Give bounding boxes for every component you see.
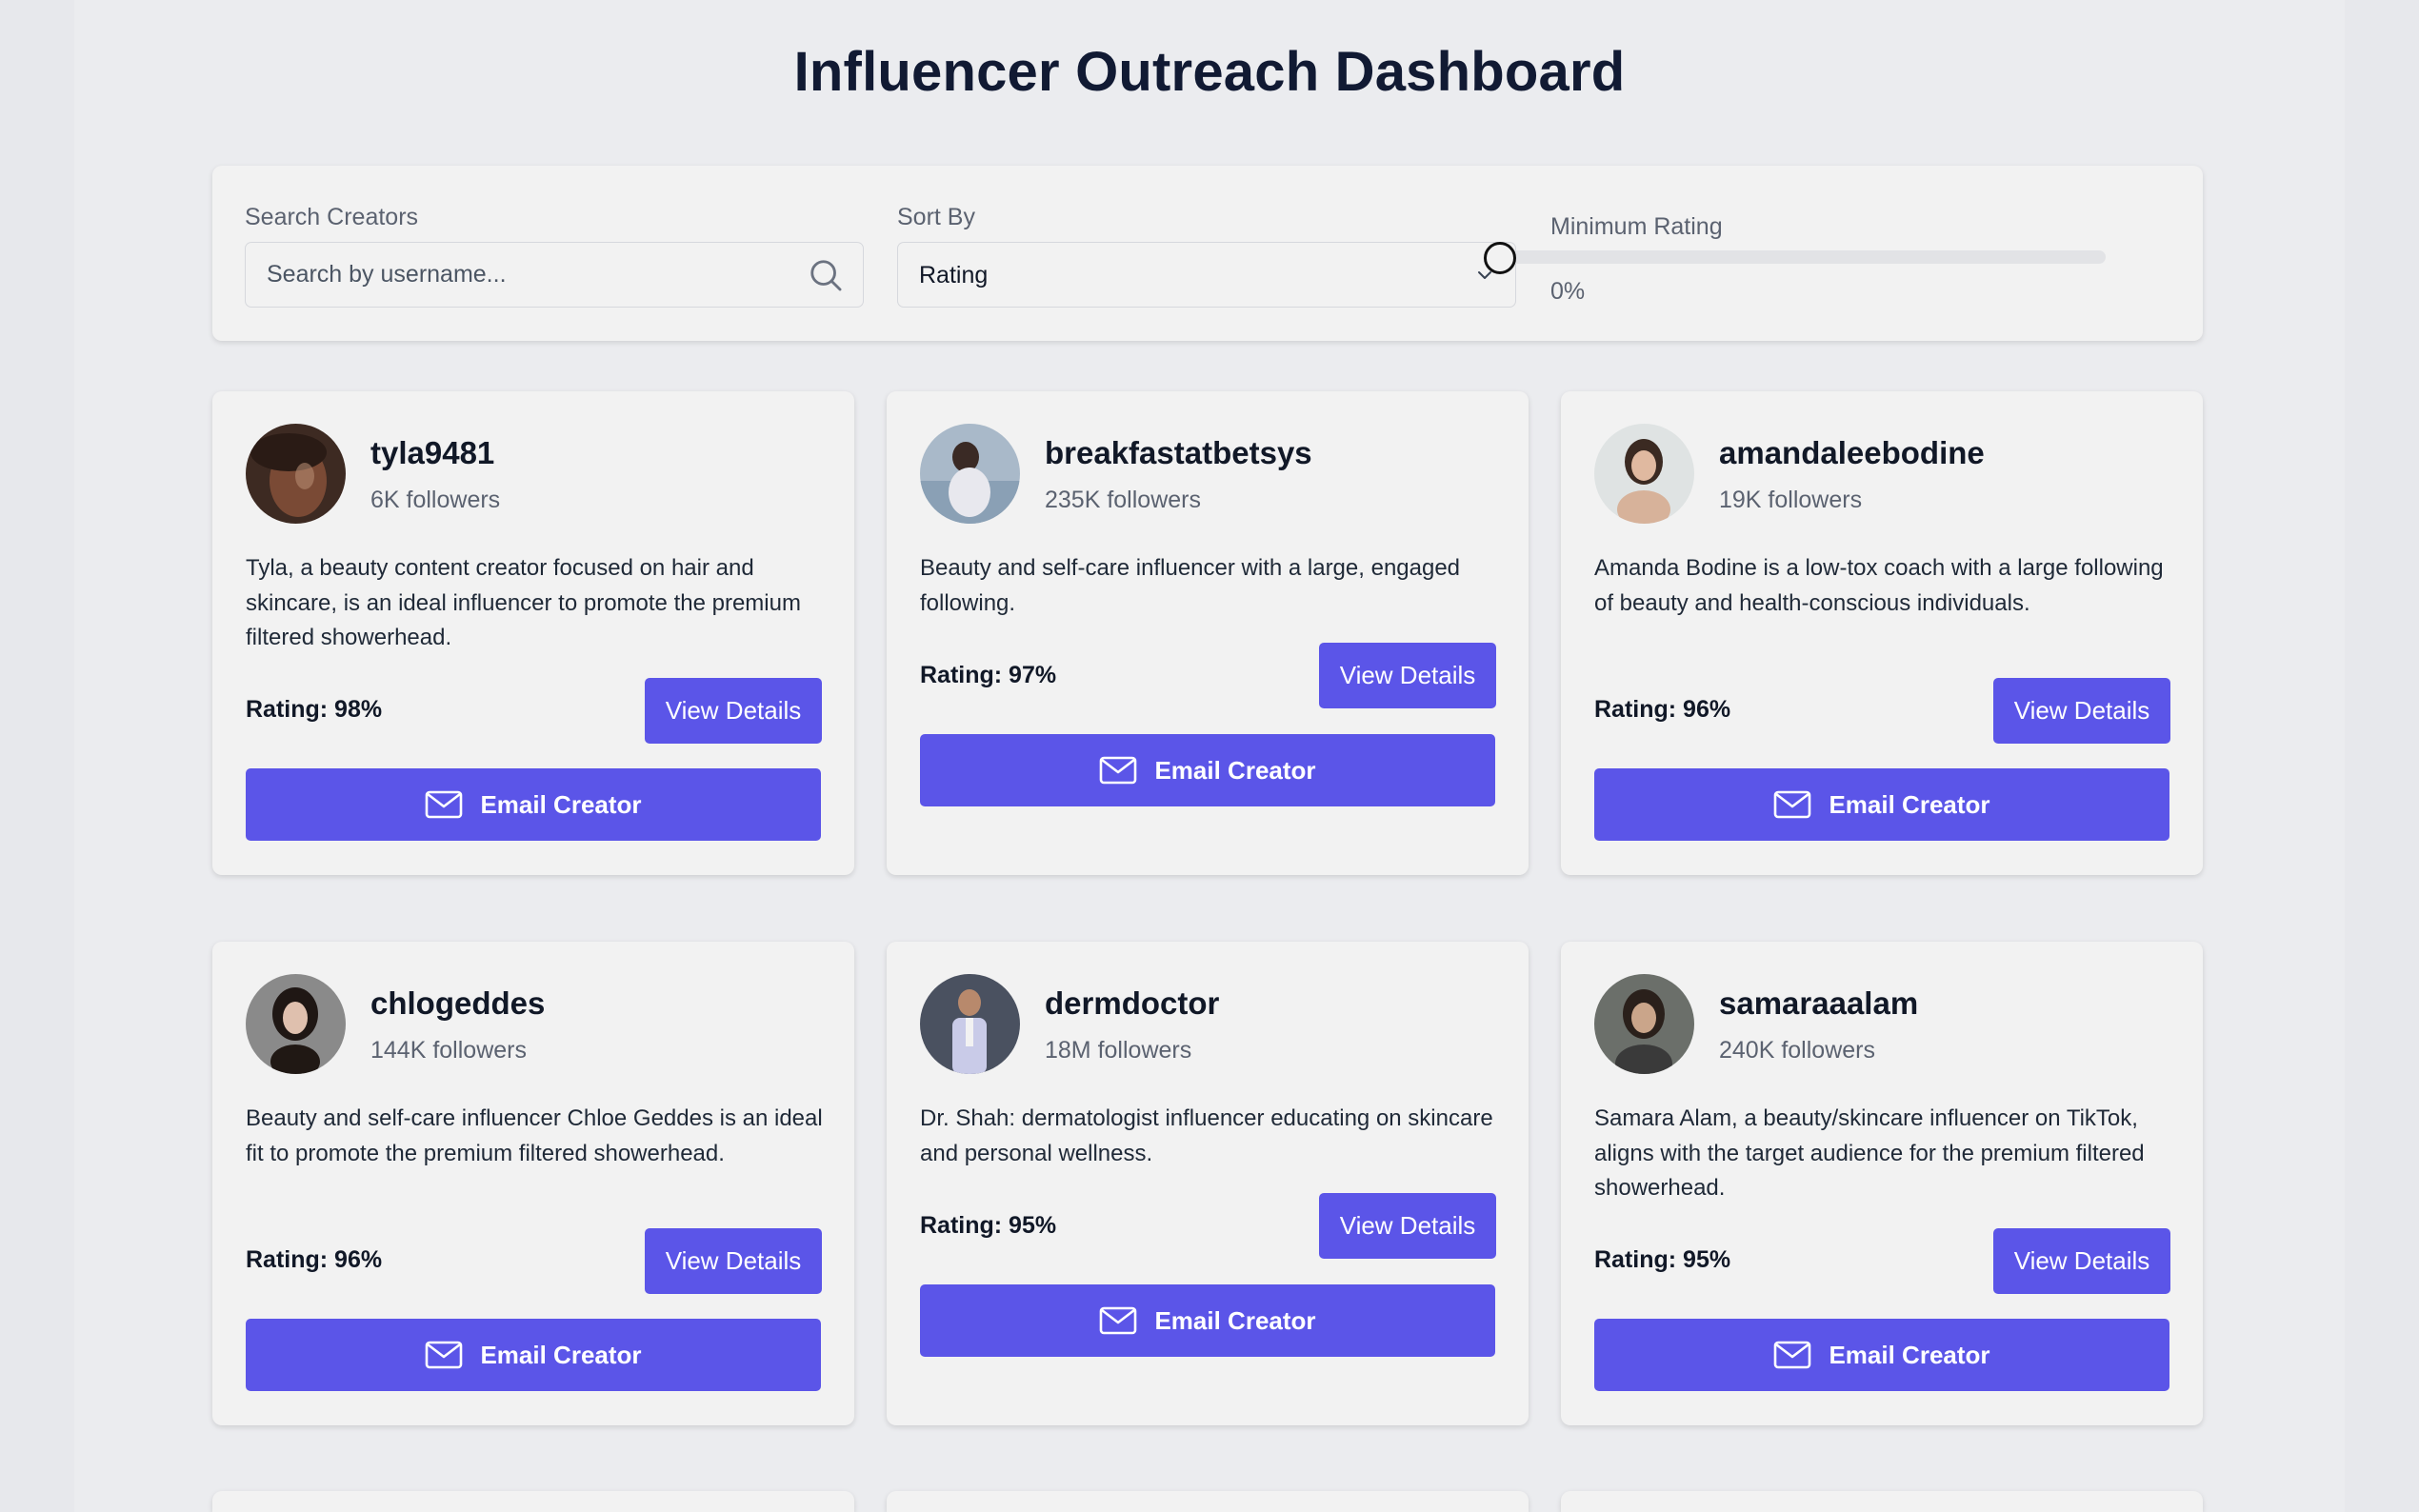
- email-creator-button[interactable]: Email Creator: [1594, 768, 2169, 841]
- search-label: Search Creators: [245, 204, 419, 230]
- email-creator-label: Email Creator: [1154, 1305, 1316, 1335]
- creator-description: Beauty and self-care influencer with a l…: [920, 555, 1461, 616]
- creator-rating: Rating: 95%: [1594, 1246, 1731, 1273]
- creator-followers: 6K followers: [370, 487, 501, 513]
- creator-username: tyla9481: [370, 435, 495, 470]
- view-details-button[interactable]: View Details: [1993, 1228, 2170, 1294]
- min-rating-label: Minimum Rating: [1550, 213, 1723, 240]
- email-creator-label: Email Creator: [1829, 789, 1990, 819]
- mail-icon: [1100, 1306, 1137, 1335]
- creator-username: chlogeddes: [370, 985, 546, 1021]
- creator-rating: Rating: 97%: [920, 662, 1057, 688]
- mail-icon: [1774, 1341, 1811, 1369]
- creator-card: [212, 1491, 854, 1512]
- email-creator-button[interactable]: Email Creator: [1594, 1319, 2169, 1391]
- creator-card: [887, 1491, 1529, 1512]
- email-creator-label: Email Creator: [480, 1340, 642, 1369]
- creator-card: [1561, 1491, 2203, 1512]
- creator-card: chlogeddes 144K followers Beauty and sel…: [212, 942, 854, 1425]
- view-details-button[interactable]: View Details: [1993, 678, 2170, 744]
- avatar: [920, 974, 1020, 1074]
- creator-description: Beauty and self-care influencer Chloe Ge…: [246, 1105, 823, 1166]
- mail-icon: [426, 790, 463, 819]
- creator-description: Dr. Shah: dermatologist influencer educa…: [920, 1105, 1493, 1166]
- creator-rating: Rating: 98%: [246, 696, 383, 723]
- creator-followers: 18M followers: [1045, 1037, 1192, 1064]
- search-icon[interactable]: [808, 257, 844, 293]
- avatar: [1594, 974, 1694, 1074]
- creator-card: tyla9481 6K followers Tyla, a beauty con…: [212, 391, 854, 875]
- email-creator-button[interactable]: Email Creator: [920, 1284, 1495, 1357]
- view-details-button[interactable]: View Details: [1319, 643, 1496, 708]
- creator-card: dermdoctor 18M followers Dr. Shah: derma…: [887, 942, 1529, 1425]
- creator-card: amandaleebodine 19K followers Amanda Bod…: [1561, 391, 2203, 875]
- avatar: [1594, 424, 1694, 524]
- avatar: [920, 424, 1020, 524]
- min-rating-slider-track[interactable]: [1487, 250, 2106, 264]
- min-rating-slider-thumb[interactable]: [1484, 242, 1516, 274]
- creator-followers: 240K followers: [1719, 1037, 1875, 1064]
- view-details-button[interactable]: View Details: [645, 678, 822, 744]
- creator-rating: Rating: 96%: [1594, 696, 1731, 723]
- sort-selected-value: Rating: [919, 262, 989, 288]
- mail-icon: [1774, 790, 1811, 819]
- creator-rating: Rating: 95%: [920, 1212, 1057, 1239]
- sort-label: Sort By: [897, 204, 975, 230]
- mail-icon: [1100, 756, 1137, 785]
- mail-icon: [426, 1341, 463, 1369]
- min-rating-value: 0%: [1550, 278, 1586, 305]
- search-input[interactable]: [246, 243, 863, 307]
- dashboard-page: Influencer Outreach Dashboard Search Cre…: [74, 0, 2345, 1512]
- creator-username: dermdoctor: [1045, 985, 1220, 1021]
- email-creator-label: Email Creator: [1829, 1340, 1990, 1369]
- creator-followers: 19K followers: [1719, 487, 1863, 513]
- creator-description: Tyla, a beauty content creator focused o…: [246, 555, 801, 650]
- view-details-button[interactable]: View Details: [645, 1228, 822, 1294]
- email-creator-button[interactable]: Email Creator: [246, 1319, 821, 1391]
- page-title: Influencer Outreach Dashboard: [793, 41, 1626, 103]
- creator-username: breakfastatbetsys: [1045, 435, 1312, 470]
- creator-rating: Rating: 96%: [246, 1246, 383, 1273]
- avatar: [246, 424, 346, 524]
- sort-select[interactable]: Rating: [897, 242, 1516, 308]
- creator-followers: 144K followers: [370, 1037, 527, 1064]
- avatar: [246, 974, 346, 1074]
- creator-description: Samara Alam, a beauty/skincare influence…: [1594, 1105, 2145, 1201]
- email-creator-label: Email Creator: [1154, 755, 1316, 785]
- email-creator-button[interactable]: Email Creator: [246, 768, 821, 841]
- view-details-button[interactable]: View Details: [1319, 1193, 1496, 1259]
- creator-card: breakfastatbetsys 235K followers Beauty …: [887, 391, 1529, 875]
- creator-card: samaraaalam 240K followers Samara Alam, …: [1561, 942, 2203, 1425]
- email-creator-label: Email Creator: [480, 789, 642, 819]
- creator-description: Amanda Bodine is a low-tox coach with a …: [1594, 555, 2164, 616]
- creator-username: samaraaalam: [1719, 985, 1919, 1021]
- creator-username: amandaleebodine: [1719, 435, 1985, 470]
- search-field[interactable]: [245, 242, 864, 308]
- creator-followers: 235K followers: [1045, 487, 1201, 513]
- email-creator-button[interactable]: Email Creator: [920, 734, 1495, 806]
